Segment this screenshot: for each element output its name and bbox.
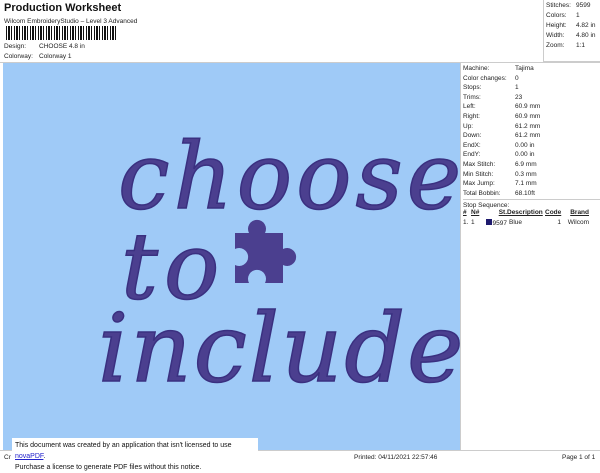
info-row: Right: 60.9 mm bbox=[463, 112, 600, 122]
description: Blue bbox=[509, 219, 523, 227]
design-label: Design: bbox=[4, 43, 27, 50]
code: 1 bbox=[557, 219, 561, 227]
info-row: Zoom: 1:1 bbox=[546, 42, 600, 52]
info-value: Tajima bbox=[515, 65, 534, 72]
design-line-3: include bbox=[98, 294, 460, 404]
info-value: 61.2 mm bbox=[515, 132, 541, 140]
colorway-label: Colorway: bbox=[4, 53, 33, 60]
needle: 1 bbox=[471, 219, 475, 227]
info-row: Left: 60.9 mm bbox=[463, 102, 600, 112]
novapdf-link[interactable]: novaPDF bbox=[15, 453, 43, 460]
stitch-count: 9597 bbox=[492, 220, 507, 228]
column-header: Description bbox=[507, 209, 543, 217]
info-label: EndY: bbox=[463, 151, 481, 159]
page-title: Production Worksheet bbox=[4, 2, 122, 14]
stop-index: 1. bbox=[463, 219, 469, 227]
info-row: Max Stitch: 6.9 mm bbox=[463, 160, 600, 170]
embroidery-design: choose to include bbox=[97, 122, 464, 405]
color-swatch bbox=[485, 219, 492, 226]
info-label: Stops: bbox=[463, 84, 482, 92]
info-row: Stitches: 9599 bbox=[546, 2, 600, 12]
info-row: Up: 61.2 mm bbox=[463, 122, 600, 132]
info-row: Machine: Tajima bbox=[463, 64, 600, 74]
info-label: Up: bbox=[463, 122, 474, 130]
info-label: Max Jump: bbox=[463, 180, 495, 188]
info-label: Trims: bbox=[463, 93, 481, 101]
stop-sequence-title: Stop Sequence: bbox=[463, 199, 600, 209]
info-row: EndX: 0.00 in bbox=[463, 141, 600, 151]
info-label: Min Stitch: bbox=[463, 170, 494, 178]
details-panel: Machine: Tajima Color changes: 0 Stops: 1 Trim… bbox=[460, 63, 600, 450]
info-row: Height: 4.82 in bbox=[546, 22, 600, 32]
info-label: EndX: bbox=[463, 141, 481, 149]
info-value: 60.9 mm bbox=[515, 103, 541, 111]
info-label: Height: bbox=[546, 22, 567, 29]
column-header: Brand bbox=[570, 209, 589, 217]
notice-period: . bbox=[43, 453, 46, 460]
summary-box: Stitches: 9599 Colors: 1 Height: 4.82 in Width… bbox=[543, 0, 600, 62]
info-value: 1:1 bbox=[576, 42, 586, 49]
info-value: 0.00 in bbox=[515, 141, 535, 149]
info-value: 7.1 mm bbox=[515, 180, 537, 188]
info-label: Zoom: bbox=[546, 42, 565, 49]
brand: Wilcom bbox=[567, 219, 589, 227]
info-row: Color changes: 0 bbox=[463, 74, 600, 84]
info-value: 0 bbox=[515, 74, 519, 82]
info-row: Down: 61.2 mm bbox=[463, 131, 600, 141]
notice-line-1: This document was created by an applicat… bbox=[15, 442, 232, 449]
info-value: 68.10ft bbox=[515, 189, 535, 197]
info-value: 60.9 mm bbox=[515, 112, 541, 120]
info-row: Width: 4.80 in bbox=[546, 32, 600, 42]
info-label: Max Stitch: bbox=[463, 160, 496, 168]
info-value: 0.3 mm bbox=[515, 170, 537, 178]
info-label: Down: bbox=[463, 132, 482, 140]
colorway-info: Colorway: Colorway 1 bbox=[4, 53, 72, 60]
design-info: Design: CHOOSE 4.8 in bbox=[4, 43, 85, 50]
info-value: 0.00 in bbox=[515, 151, 535, 159]
info-row: Total Bobbin: 68.10ft bbox=[463, 189, 600, 199]
info-label: Left: bbox=[463, 103, 476, 111]
info-label: Right: bbox=[463, 112, 480, 120]
printed-date: Printed: 04/11/2021 22:57:46 bbox=[354, 454, 438, 461]
info-label: Total Bobbin: bbox=[463, 189, 501, 197]
footer-left: Cr bbox=[4, 454, 11, 461]
colorway-value: Colorway 1 bbox=[39, 53, 72, 60]
info-value: 23 bbox=[515, 93, 523, 101]
info-value: 61.2 mm bbox=[515, 122, 541, 130]
info-value: 9599 bbox=[576, 2, 591, 9]
info-label: Colors: bbox=[546, 12, 567, 19]
design-value: CHOOSE 4.8 in bbox=[39, 43, 85, 50]
stop-row: 1. 1 9597 Blue 1 Wilcom bbox=[463, 219, 600, 229]
info-value: 4.80 in bbox=[576, 32, 596, 39]
design-preview: choose to include bbox=[3, 63, 464, 450]
info-value: 1 bbox=[576, 12, 580, 19]
column-header: St. bbox=[498, 209, 507, 217]
barcode bbox=[6, 26, 116, 40]
info-value: 1 bbox=[515, 84, 519, 92]
stop-table-header: # N# St. Description Code Brand bbox=[463, 209, 600, 219]
info-label: Width: bbox=[546, 32, 565, 39]
page-number: Page 1 of 1 bbox=[562, 454, 596, 461]
column-header: # bbox=[463, 209, 467, 217]
info-value: 4.82 in bbox=[576, 22, 596, 29]
info-value: 6.9 mm bbox=[515, 160, 537, 168]
info-label: Stitches: bbox=[546, 2, 571, 9]
info-row: Trims: 23 bbox=[463, 93, 600, 103]
software-name: Wilcom EmbroideryStudio – Level 3 Advanc… bbox=[4, 18, 138, 25]
column-header: Code bbox=[545, 209, 562, 217]
info-row: Min Stitch: 0.3 mm bbox=[463, 170, 600, 180]
info-row: Stops: 1 bbox=[463, 83, 600, 93]
column-header: N# bbox=[471, 209, 480, 217]
info-row: Colors: 1 bbox=[546, 12, 600, 22]
info-row: Max Jump: 7.1 mm bbox=[463, 179, 600, 189]
info-label: Machine: bbox=[463, 65, 490, 72]
info-label: Color changes: bbox=[463, 74, 507, 82]
info-row: EndY: 0.00 in bbox=[463, 150, 600, 160]
license-notice: This document was created by an applicat… bbox=[12, 438, 258, 471]
